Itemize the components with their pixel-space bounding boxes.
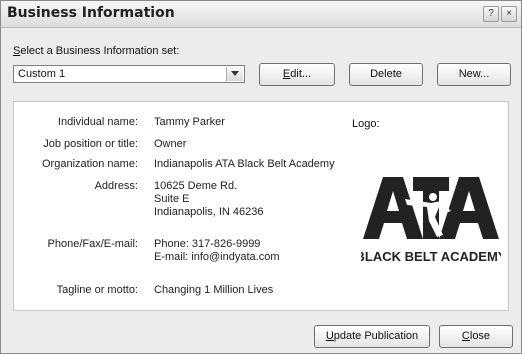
individual-name-label: Individual name:: [57, 116, 138, 128]
business-info-preview: Individual name: Tammy Parker Job positi…: [13, 101, 509, 311]
title-bar: Business Information ? ×: [1, 1, 521, 28]
selected-set-value: Custom 1: [18, 68, 66, 80]
phone-value: Phone: 317-826-9999: [154, 238, 261, 250]
button-label: lose: [469, 330, 491, 342]
chevron-down-icon: [231, 71, 239, 76]
job-title-label: Job position or title:: [43, 138, 138, 150]
business-information-dialog: Business Information ? × Select a Busine…: [0, 0, 522, 354]
ata-black-belt-academy-logo: BLACK BELT ACADEMY: [361, 177, 501, 267]
logo-caption: BLACK BELT ACADEMY: [361, 249, 501, 264]
address-line-3: Indianapolis, IN 46236: [154, 206, 264, 218]
update-publication-button[interactable]: Update Publication: [314, 325, 430, 348]
dropdown-arrow-button[interactable]: [226, 67, 243, 81]
organization-name-label: Organization name:: [42, 158, 138, 170]
close-window-button[interactable]: ×: [501, 6, 517, 22]
button-label: pdate Publication: [333, 330, 419, 342]
new-button[interactable]: New...: [437, 63, 511, 86]
help-button[interactable]: ?: [483, 6, 499, 22]
close-button[interactable]: Close: [439, 325, 513, 348]
access-key: U: [325, 330, 334, 342]
delete-button[interactable]: Delete: [349, 63, 423, 86]
set-selector-label: Select a Business Information set:: [13, 45, 179, 57]
email-value: E-mail: info@indyata.com: [154, 251, 280, 263]
tagline-value: Changing 1 Million Lives: [154, 284, 274, 296]
business-info-set-dropdown[interactable]: Custom 1: [13, 65, 245, 83]
organization-name-value: Indianapolis ATA Black Belt Academy: [154, 158, 335, 170]
label-text: elect a Business Information set:: [20, 45, 180, 57]
individual-name-value: Tammy Parker: [154, 116, 225, 128]
address-line-1: 10625 Deme Rd.: [154, 180, 238, 192]
tagline-label: Tagline or motto:: [56, 284, 138, 296]
button-label: dit...: [290, 68, 312, 80]
phone-fax-email-label: Phone/Fax/E-mail:: [47, 238, 138, 250]
address-value: 10625 Deme Rd. Suite E Indianapolis, IN …: [154, 180, 263, 219]
edit-button[interactable]: Edit...: [259, 63, 335, 86]
job-title-value: Owner: [154, 138, 187, 150]
address-label: Address:: [94, 180, 138, 192]
dialog-title: Business Information: [7, 5, 175, 21]
logo-label: Logo:: [352, 118, 380, 130]
phone-fax-email-value: Phone: 317-826-9999 E-mail: info@indyata…: [154, 238, 280, 264]
access-key: C: [461, 330, 470, 342]
address-line-2: Suite E: [154, 193, 190, 205]
